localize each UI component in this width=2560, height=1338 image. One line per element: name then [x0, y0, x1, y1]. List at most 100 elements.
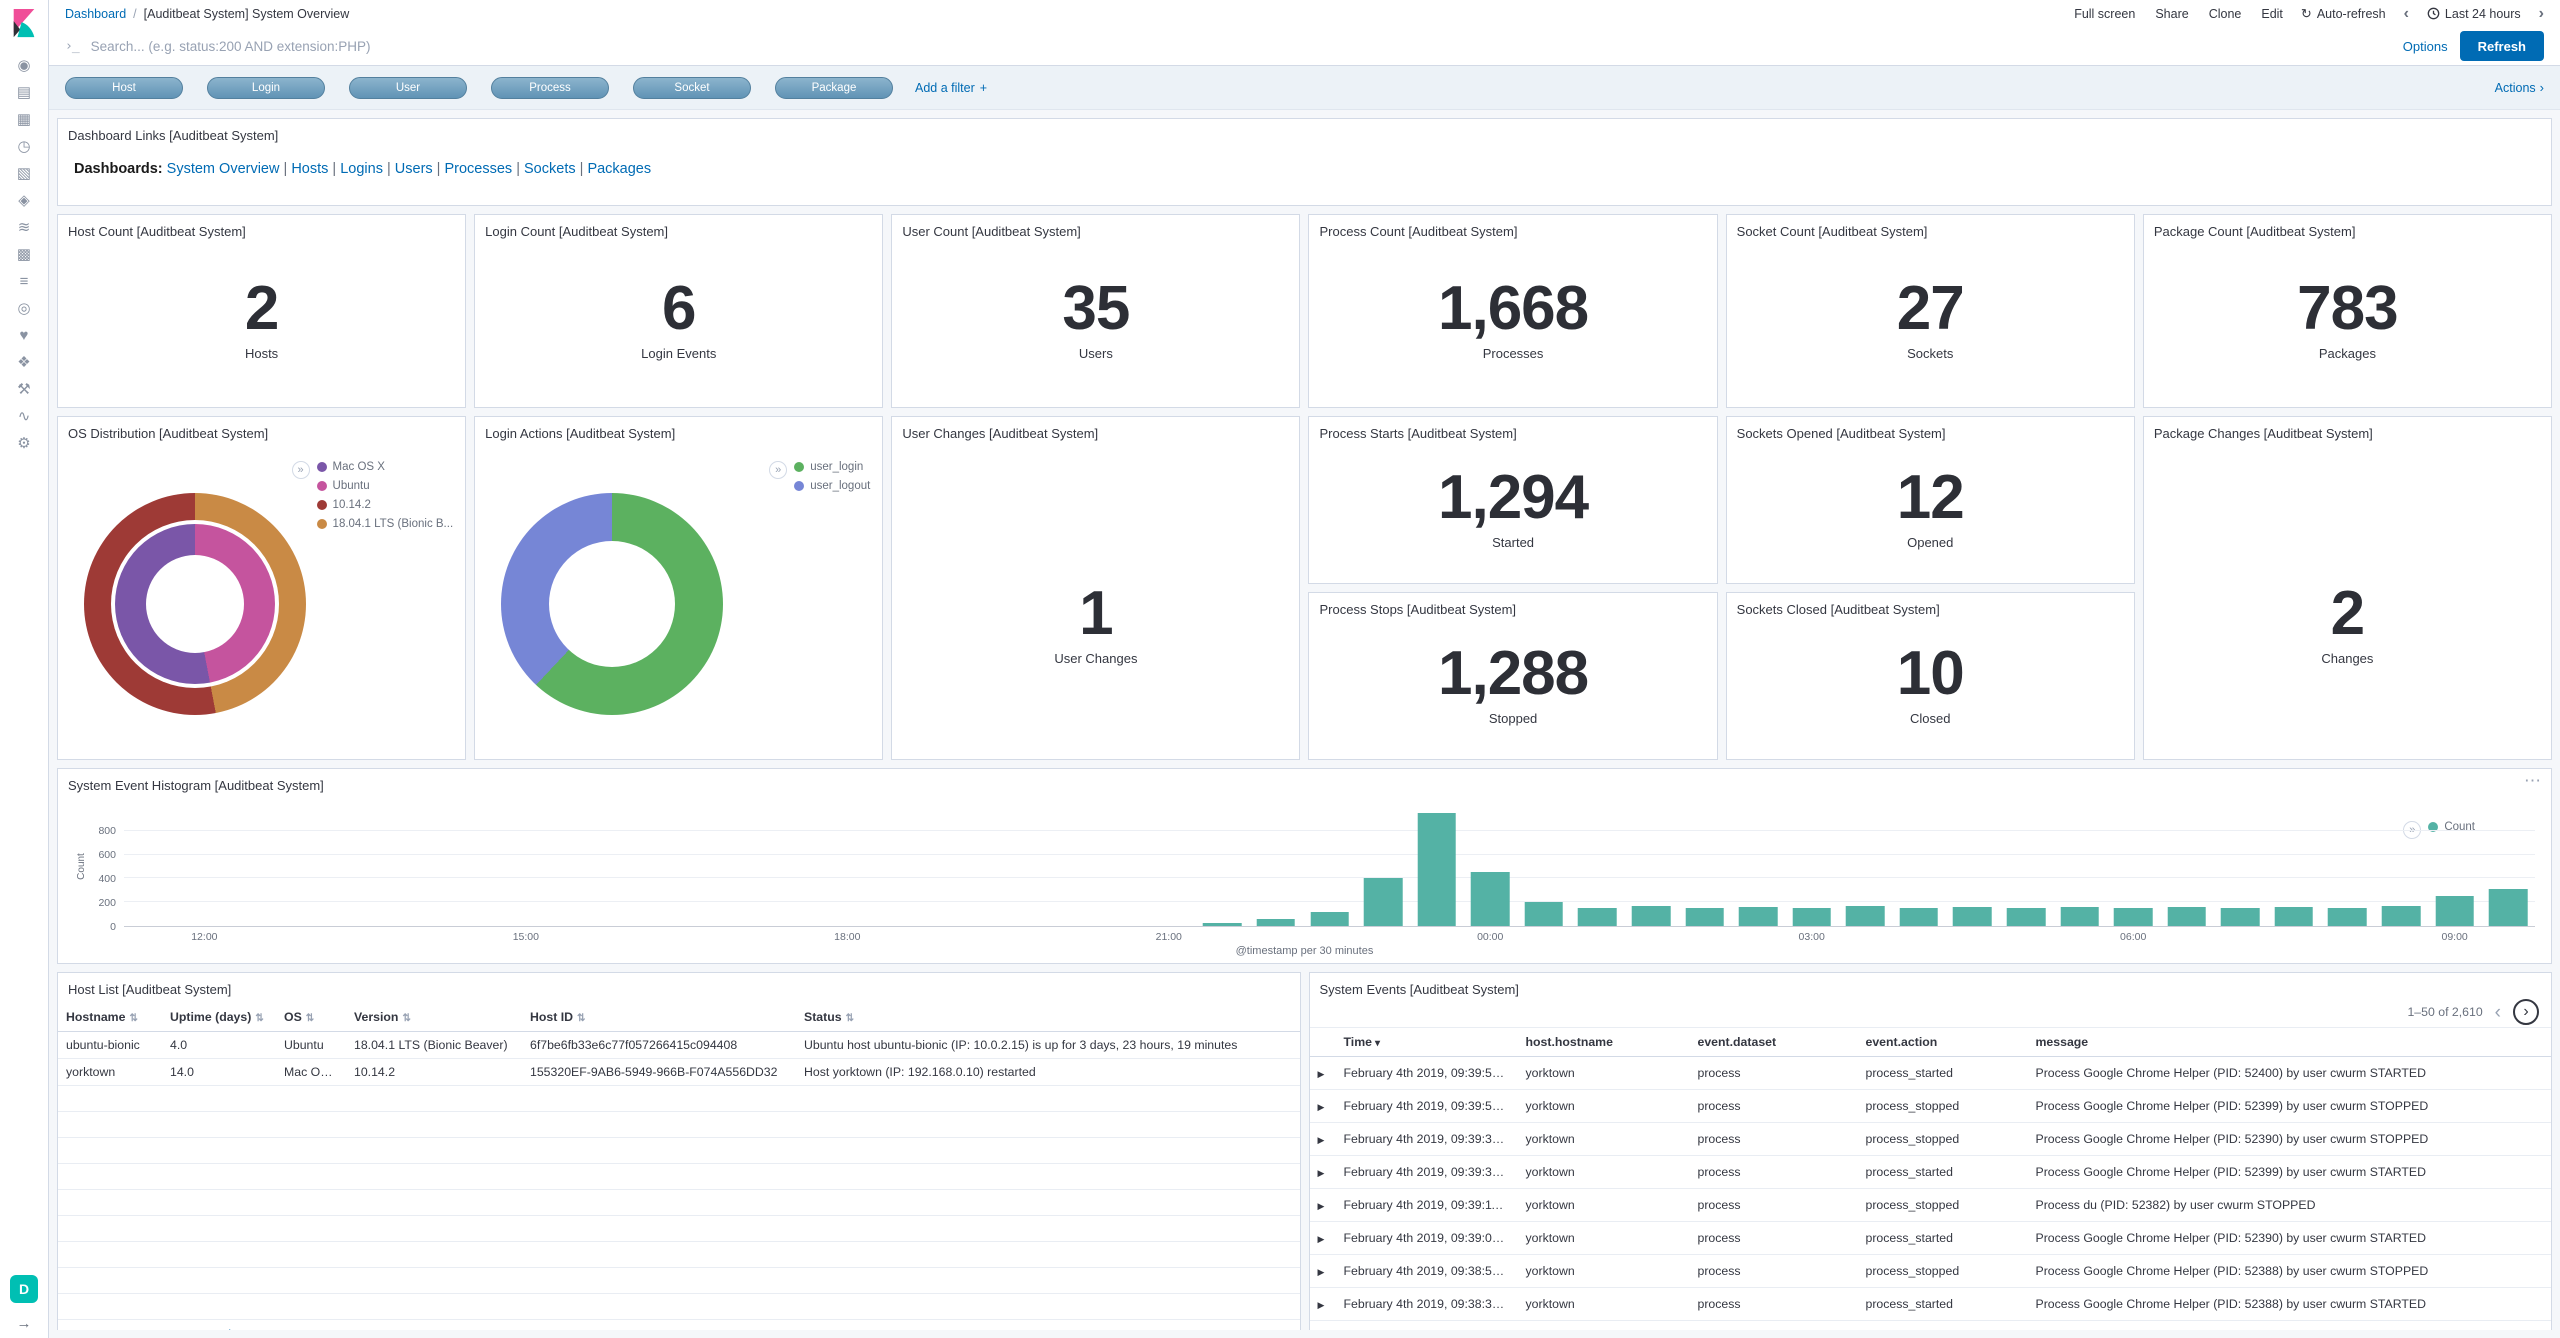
search-input[interactable] — [91, 39, 2391, 54]
events-column-message[interactable]: message — [2028, 1028, 2552, 1057]
dashboard-link-processes[interactable]: Processes — [444, 161, 512, 177]
breadcrumb-dashboard-link[interactable]: Dashboard — [65, 7, 126, 21]
legend-item[interactable]: Mac OS X — [317, 461, 454, 473]
monitoring-icon[interactable]: ∿ — [8, 404, 40, 428]
histogram-bar[interactable] — [2060, 907, 2099, 926]
histogram-bar[interactable] — [2489, 889, 2528, 926]
expand-row-icon[interactable]: ▶ — [1318, 1234, 1325, 1244]
host-column-os[interactable]: OS⇅ — [276, 1003, 346, 1032]
export-raw-link[interactable]: Raw ↓ — [124, 1328, 159, 1330]
dashboard-link-packages[interactable]: Packages — [587, 161, 651, 177]
expand-row-icon[interactable]: ▶ — [1318, 1168, 1325, 1178]
add-filter-button[interactable]: Add a filter + — [915, 81, 987, 95]
time-prev-icon[interactable]: ‹ — [2404, 6, 2409, 22]
logs-icon[interactable]: ≡ — [8, 269, 40, 293]
events-column-time[interactable]: Time▾ — [1336, 1028, 1518, 1057]
options-button[interactable]: Options — [2403, 39, 2448, 54]
expand-row-icon[interactable]: ▶ — [1318, 1069, 1325, 1079]
infrastructure-icon[interactable]: ▩ — [8, 242, 40, 266]
histogram-bar[interactable] — [2382, 906, 2421, 926]
time-next-icon[interactable]: › — [2539, 6, 2544, 22]
event-row[interactable]: ▶February 4th 2019, 09:38:31.195yorktown… — [1310, 1288, 2552, 1321]
graph-icon[interactable]: ❖ — [8, 350, 40, 374]
event-row[interactable]: ▶February 4th 2019, 09:39:31.199yorktown… — [1310, 1123, 2552, 1156]
host-row[interactable]: ubuntu-bionic4.0Ubuntu18.04.1 LTS (Bioni… — [58, 1032, 1300, 1059]
host-column-version[interactable]: Version⇅ — [346, 1003, 522, 1032]
collapse-nav-icon[interactable]: → — [17, 1315, 32, 1332]
login-actions-donut[interactable] — [501, 493, 723, 715]
histogram-bar[interactable] — [1953, 907, 1992, 926]
histogram-bar[interactable] — [2221, 908, 2260, 926]
histogram-bar[interactable] — [1792, 908, 1831, 926]
dashboard-link-users[interactable]: Users — [395, 161, 433, 177]
histogram-bar[interactable] — [1578, 908, 1617, 926]
maps-icon[interactable]: ◈ — [8, 188, 40, 212]
filter-pill-login[interactable]: Login — [207, 77, 325, 99]
histogram-bar[interactable] — [2275, 907, 2314, 926]
dashboard-icon[interactable]: ▦ — [8, 107, 40, 131]
next-page-icon[interactable]: › — [2513, 999, 2539, 1025]
histogram-bar[interactable] — [1846, 906, 1885, 926]
full-screen-button[interactable]: Full screen — [2074, 7, 2135, 21]
prev-page-icon[interactable]: ‹ — [2495, 1003, 2501, 1022]
histogram-bar[interactable] — [1417, 813, 1456, 926]
event-row[interactable]: ▶February 4th 2019, 09:39:31.199yorktown… — [1310, 1156, 2552, 1189]
histogram-bar[interactable] — [1739, 907, 1778, 926]
filter-pill-socket[interactable]: Socket — [633, 77, 751, 99]
event-row[interactable]: ▶February 4th 2019, 09:39:51.199yorktown… — [1310, 1090, 2552, 1123]
actions-menu-button[interactable]: Actions › — [2495, 80, 2544, 95]
legend-item[interactable]: user_logout — [794, 480, 870, 492]
expand-row-icon[interactable]: ▶ — [1318, 1135, 1325, 1145]
dashboard-link-system-overview[interactable]: System Overview — [167, 161, 280, 177]
discover-icon[interactable]: ◉ — [8, 53, 40, 77]
legend-toggle-icon[interactable]: » — [769, 461, 787, 479]
legend-item[interactable]: Ubuntu — [317, 480, 454, 492]
events-column-event-dataset[interactable]: event.dataset — [1690, 1028, 1858, 1057]
host-row[interactable]: yorktown14.0Mac OS X10.14.2155320EF-9AB6… — [58, 1059, 1300, 1086]
histogram-bar[interactable] — [2007, 908, 2046, 926]
histogram-bar[interactable] — [2328, 908, 2367, 926]
dashboard-link-hosts[interactable]: Hosts — [291, 161, 328, 177]
space-badge[interactable]: D — [10, 1275, 38, 1303]
legend-toggle-icon[interactable]: » — [292, 461, 310, 479]
histogram-bar[interactable] — [2435, 896, 2474, 926]
management-icon[interactable]: ⚙ — [8, 431, 40, 455]
host-column-uptime-days[interactable]: Uptime (days)⇅ — [162, 1003, 276, 1032]
uptime-icon[interactable]: ♥ — [8, 323, 40, 347]
histogram-bar[interactable] — [1257, 919, 1296, 926]
histogram-bar[interactable] — [1685, 908, 1724, 926]
canvas-icon[interactable]: ▧ — [8, 161, 40, 185]
dashboard-link-logins[interactable]: Logins — [340, 161, 383, 177]
timelion-icon[interactable]: ◷ — [8, 134, 40, 158]
legend-item[interactable]: 10.14.2 — [317, 499, 454, 511]
kibana-logo[interactable] — [9, 8, 39, 41]
events-column-event-action[interactable]: event.action — [1858, 1028, 2028, 1057]
histogram-bar[interactable] — [2167, 907, 2206, 926]
histogram-bar[interactable] — [1203, 923, 1242, 926]
expand-row-icon[interactable]: ▶ — [1318, 1102, 1325, 1112]
edit-button[interactable]: Edit — [2261, 7, 2283, 21]
legend-item[interactable]: 18.04.1 LTS (Bionic B... — [317, 518, 454, 530]
expand-row-icon[interactable]: ▶ — [1318, 1267, 1325, 1277]
os-distribution-donut[interactable] — [84, 493, 306, 715]
histogram-bar[interactable] — [1632, 906, 1671, 926]
time-range-picker[interactable]: Last 24 hours — [2427, 7, 2521, 21]
histogram-bar[interactable] — [1900, 908, 1939, 926]
legend-item[interactable]: user_login — [794, 461, 870, 473]
filter-pill-user[interactable]: User — [349, 77, 467, 99]
histogram-bar[interactable] — [1364, 878, 1403, 926]
share-button[interactable]: Share — [2155, 7, 2188, 21]
export-formatted-link[interactable]: Formatted ↓ — [174, 1328, 240, 1330]
visualize-icon[interactable]: ▤ — [8, 80, 40, 104]
event-row[interactable]: ▶February 4th 2019, 09:38:51.197yorktown… — [1310, 1255, 2552, 1288]
clone-button[interactable]: Clone — [2209, 7, 2242, 21]
event-row[interactable]: ▶February 4th 2019, 09:39:51.199yorktown… — [1310, 1057, 2552, 1090]
filter-pill-host[interactable]: Host — [65, 77, 183, 99]
apm-icon[interactable]: ◎ — [8, 296, 40, 320]
histogram-bar[interactable] — [1471, 872, 1510, 926]
machine-learning-icon[interactable]: ≋ — [8, 215, 40, 239]
event-row[interactable]: ▶February 4th 2019, 09:39:11.198yorktown… — [1310, 1189, 2552, 1222]
expand-row-icon[interactable]: ▶ — [1318, 1201, 1325, 1211]
host-column-hostname[interactable]: Hostname⇅ — [58, 1003, 162, 1032]
dev-tools-icon[interactable]: ⚒ — [8, 377, 40, 401]
